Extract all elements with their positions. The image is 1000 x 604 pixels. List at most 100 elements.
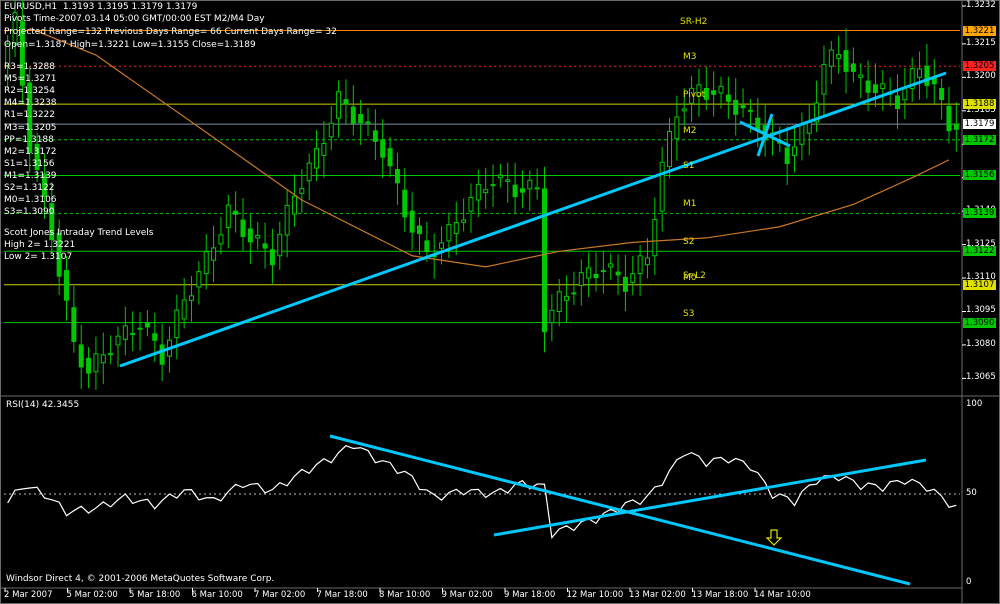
level-item: M2=1.3172: [4, 146, 57, 157]
candle-body-107: [792, 146, 798, 156]
level-name-6: S2: [683, 237, 695, 248]
candle-body-92: [681, 108, 687, 112]
candle-body-115: [850, 63, 856, 72]
candle-body-90: [667, 130, 673, 168]
candle-body-25: [189, 295, 195, 301]
candle-body-23: [174, 309, 180, 339]
time-tick-6: 8 Mar 10:00: [379, 590, 431, 600]
candle-body-112: [828, 49, 834, 67]
price-label-2: 1.3188: [963, 99, 996, 110]
candle-body-118: [872, 84, 878, 93]
time-tick-9: 12 Mar 10:00: [566, 590, 624, 600]
candle-body-11: [86, 357, 92, 374]
candle-body-84: [622, 276, 628, 292]
candle-body-98: [725, 94, 731, 102]
level-item: PP=1.3188: [4, 134, 54, 145]
candle-body-24: [181, 299, 187, 320]
level-name-8: M0: [683, 272, 697, 283]
rsi-tick-0: 100: [966, 399, 983, 409]
price-label-6: 1.3139: [963, 208, 996, 219]
projected-range: Projected Range=132 Previous Days Range=…: [4, 27, 337, 37]
candle-body-87: [644, 257, 650, 266]
candle-body-59: [439, 242, 445, 249]
price-tick-1: 1.3215: [966, 37, 996, 48]
level-item: M0=1.3106: [4, 195, 57, 206]
level-name-5: M1: [683, 199, 697, 210]
candle-body-45: [336, 91, 342, 119]
candle-body-20: [152, 333, 158, 341]
candle-body-46: [343, 99, 349, 105]
ohlc-line: Open=1.3187 High=1.3221 Low=1.3155 Close…: [4, 40, 256, 50]
candle-body-26: [196, 271, 202, 288]
candle-body-49: [365, 121, 371, 124]
candle-body-17: [130, 332, 136, 335]
candle-body-122: [902, 87, 908, 101]
rsi-up-trendline: [493, 458, 927, 537]
candle-body-19: [144, 322, 150, 328]
candle-body-117: [865, 80, 871, 93]
time-tick-0: 2 Mar 2007: [4, 590, 53, 600]
price-tick-10: 1.3080: [966, 338, 996, 349]
price-label-3: 1.3179: [963, 119, 996, 130]
candle-body-83: [615, 271, 621, 276]
candle-body-99: [733, 99, 739, 115]
time-tick-11: 13 Mar 18:00: [691, 590, 749, 600]
candle-body-15: [115, 335, 121, 346]
candle-body-85: [630, 273, 636, 284]
rsi-tick-2: 0: [966, 577, 972, 587]
candle-body-113: [836, 54, 842, 59]
level-item: S3=1.3090: [4, 207, 55, 218]
chart-canvas: [0, 0, 1000, 604]
level-item: S1=1.3156: [4, 158, 55, 169]
level-name-3: M2: [683, 125, 697, 136]
candle-body-18: [137, 327, 143, 330]
candle-body-66: [490, 184, 496, 187]
rsi-title: RSI(14) 42.3455: [6, 400, 80, 410]
candle-body-96: [711, 90, 717, 95]
candle-body-116: [858, 74, 864, 78]
candle-body-80: [593, 273, 599, 279]
candle-body-27: [203, 251, 209, 275]
candle-body-47: [350, 106, 356, 124]
time-tick-5: 7 Mar 18:00: [316, 590, 368, 600]
candle-body-101: [747, 109, 753, 112]
candle-body-34: [255, 234, 261, 239]
price-label-8: 1.3107: [963, 279, 996, 290]
time-tick-10: 13 Mar 02:00: [629, 590, 686, 600]
candle-body-119: [880, 83, 886, 90]
candle-body-82: [608, 263, 614, 268]
candle-body-12: [93, 353, 99, 373]
candle-body-121: [894, 95, 900, 110]
candle-body-44: [328, 122, 334, 138]
candle-body-54: [402, 189, 408, 218]
price-trendline: [119, 71, 947, 368]
price-tick-2: 1.3200: [966, 71, 996, 82]
moving-average-line: [29, 27, 950, 268]
price-label-4: 1.3172: [963, 134, 996, 145]
candle-body-29: [218, 234, 224, 245]
rsi-line: [7, 445, 957, 539]
pivots-time: Pivots Time-2007.03.14 05:00 GMT/00:00 E…: [4, 14, 265, 24]
trend-levels-title: Scott Jones Intraday Trend Levels: [4, 228, 154, 238]
candle-body-77: [571, 292, 577, 295]
candle-body-108: [799, 123, 805, 145]
level-item: R2=1.3254: [4, 86, 56, 97]
time-tick-3: 6 Mar 10:00: [191, 590, 243, 600]
candle-body-28: [211, 247, 217, 261]
candle-body-129: [953, 123, 959, 130]
candle-body-56: [416, 225, 422, 235]
candle-body-127: [939, 88, 945, 101]
candle-body-69: [512, 184, 518, 198]
price-tick-11: 1.3065: [966, 372, 996, 383]
level-name-2: Pivot: [683, 90, 706, 101]
candle-body-128: [946, 105, 952, 132]
candle-body-37: [277, 233, 283, 257]
candle-body-8: [64, 270, 70, 301]
candle-body-67: [497, 174, 503, 179]
price-tick-0: 1.3232: [966, 0, 996, 10]
time-tick-7: 9 Mar 02:00: [441, 590, 493, 600]
candle-body-41: [306, 162, 312, 182]
candle-body-64: [475, 183, 481, 201]
candle-body-86: [637, 255, 643, 275]
candle-body-21: [159, 344, 165, 365]
